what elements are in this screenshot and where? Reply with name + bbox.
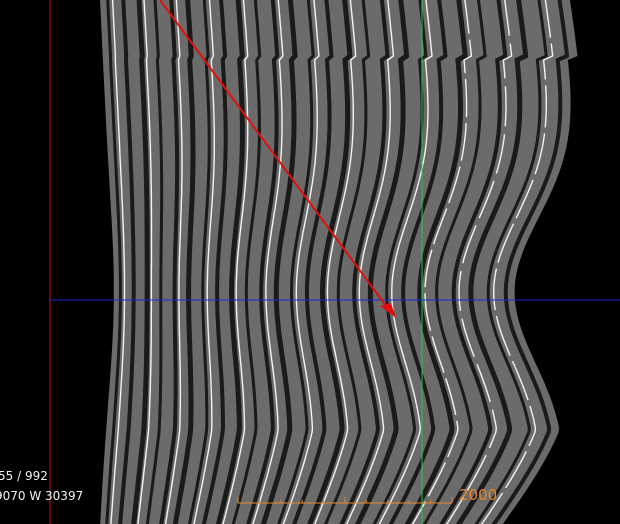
scale-bar-label: 2000 (459, 486, 498, 504)
window-level-readout: 9070 W 30397 (0, 489, 84, 503)
ct-image-viewport[interactable]: 55 / 992 9070 W 30397 2000 (0, 0, 620, 524)
ct-scan-slice-image[interactable] (0, 0, 620, 524)
slice-index-readout: 55 / 992 (0, 469, 48, 483)
